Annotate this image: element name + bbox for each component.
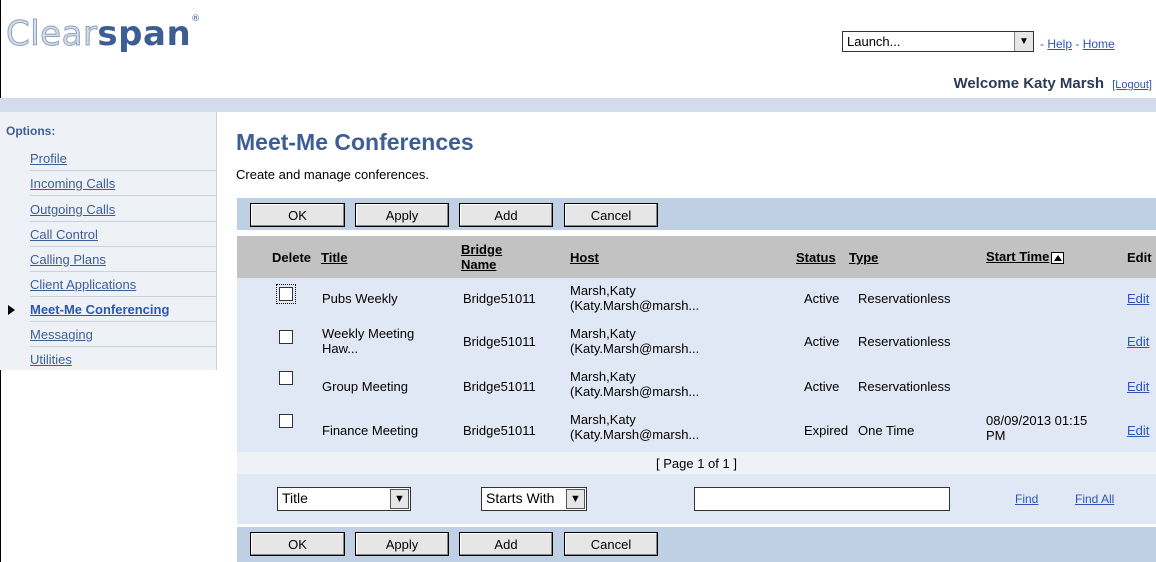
- sidebar-item-client-applications[interactable]: Client Applications: [30, 272, 216, 297]
- logout-link[interactable]: [Logout]: [1112, 79, 1152, 91]
- sidebar-title: Options:: [6, 124, 56, 138]
- row-bridge: Bridge51011: [463, 291, 536, 306]
- column-delete: Delete: [272, 250, 312, 265]
- column-status[interactable]: Status: [796, 250, 836, 265]
- cancel-button[interactable]: Cancel: [564, 532, 658, 556]
- sidebar: Options: Profile Incoming Calls Outgoing…: [0, 112, 217, 370]
- find-all-link[interactable]: Find All: [1075, 492, 1114, 506]
- row-bridge: Bridge51011: [463, 379, 536, 394]
- row-host: Marsh,Katy (Katy.Marsh@marsh...: [570, 412, 700, 442]
- row-type: Reservationless: [858, 291, 951, 306]
- ok-button[interactable]: OK: [250, 532, 345, 556]
- search-mode-select[interactable]: Starts With ▼: [481, 487, 587, 511]
- table-header: Delete Title Bridge Name Host Status Typ…: [237, 236, 1156, 278]
- search-bar: Title ▼ Starts With ▼ Find Find All: [237, 482, 1156, 524]
- help-link[interactable]: Help: [1047, 37, 1072, 51]
- chevron-down-icon[interactable]: ▼: [1014, 32, 1033, 51]
- sidebar-item-outgoing-calls[interactable]: Outgoing Calls: [30, 197, 216, 222]
- row-bridge: Bridge51011: [463, 334, 536, 349]
- chevron-down-icon[interactable]: ▼: [566, 489, 585, 509]
- row-title: Finance Meeting: [322, 423, 419, 438]
- welcome-message: Welcome Katy Marsh [Logout]: [953, 75, 1152, 92]
- delete-checkbox[interactable]: [276, 284, 296, 304]
- edit-link[interactable]: Edit: [1127, 379, 1149, 394]
- cancel-button[interactable]: Cancel: [564, 203, 658, 227]
- sidebar-item-meet-me-conferencing[interactable]: Meet-Me Conferencing: [30, 297, 216, 322]
- home-link[interactable]: Home: [1083, 37, 1115, 51]
- edit-link[interactable]: Edit: [1127, 291, 1149, 306]
- conferences-table: Delete Title Bridge Name Host Status Typ…: [237, 236, 1156, 482]
- delete-checkbox[interactable]: [279, 414, 293, 428]
- row-start-time: 08/09/2013 01:15 PM: [986, 413, 1088, 443]
- row-status: Active: [804, 291, 840, 306]
- sidebar-item-messaging[interactable]: Messaging: [30, 322, 216, 347]
- table-row: Group Meeting Bridge51011 Marsh,Katy (Kat…: [237, 366, 1156, 404]
- row-status: Active: [804, 334, 840, 349]
- row-host: Marsh,Katy (Katy.Marsh@marsh...: [570, 283, 700, 313]
- table-row: Finance Meeting Bridge51011 Marsh,Katy (K…: [237, 409, 1156, 447]
- search-field-select[interactable]: Title ▼: [277, 487, 411, 511]
- add-button[interactable]: Add: [459, 532, 553, 556]
- table-row: Weekly Meeting Haw... Bridge51011 Marsh,K…: [237, 323, 1156, 361]
- page-title: Meet-Me Conferences: [236, 129, 474, 155]
- sidebar-item-call-control[interactable]: Call Control: [30, 222, 216, 247]
- edit-link[interactable]: Edit: [1127, 334, 1149, 349]
- add-button[interactable]: Add: [459, 203, 553, 227]
- sidebar-item-utilities[interactable]: Utilities: [30, 347, 216, 372]
- search-input[interactable]: [694, 487, 950, 511]
- column-type[interactable]: Type: [849, 250, 878, 265]
- launch-select[interactable]: Launch... ▼: [842, 31, 1034, 52]
- apply-button[interactable]: Apply: [355, 203, 449, 227]
- top-button-bar: OK Apply Add Cancel: [237, 198, 1156, 230]
- column-bridge-name[interactable]: Bridge Name: [461, 242, 502, 272]
- row-type: Reservationless: [858, 379, 951, 394]
- column-host[interactable]: Host: [570, 250, 599, 265]
- row-title: Group Meeting: [322, 379, 408, 394]
- row-status: Expired: [804, 423, 849, 438]
- current-item-arrow-icon: [8, 305, 15, 315]
- row-title: Pubs Weekly: [322, 291, 398, 306]
- find-link[interactable]: Find: [1015, 492, 1038, 506]
- header: Clearspan® Launch... ▼ - Help - Home Wel…: [0, 0, 1156, 98]
- row-host: Marsh,Katy (Katy.Marsh@marsh...: [570, 326, 700, 356]
- delete-checkbox[interactable]: [279, 330, 293, 344]
- row-status: Active: [804, 379, 840, 394]
- sidebar-item-profile[interactable]: Profile: [30, 146, 216, 171]
- clearspan-logo: Clearspan®: [5, 14, 201, 55]
- edit-link[interactable]: Edit: [1127, 423, 1149, 438]
- row-bridge: Bridge51011: [463, 423, 536, 438]
- page-description: Create and manage conferences.: [236, 167, 429, 182]
- header-divider-bar: [0, 98, 1156, 112]
- column-title[interactable]: Title: [321, 250, 348, 265]
- ok-button[interactable]: OK: [250, 203, 345, 227]
- sort-ascending-icon[interactable]: [1051, 251, 1065, 264]
- pagination: [ Page 1 of 1 ]: [237, 452, 1156, 474]
- row-type: One Time: [858, 423, 915, 438]
- table-row: Pubs Weekly Bridge51011 Marsh,Katy (Katy.…: [237, 280, 1156, 318]
- apply-button[interactable]: Apply: [355, 532, 449, 556]
- row-host: Marsh,Katy (Katy.Marsh@marsh...: [570, 369, 700, 399]
- delete-checkbox[interactable]: [279, 371, 293, 385]
- row-type: Reservationless: [858, 334, 951, 349]
- launch-select-value: Launch...: [847, 34, 901, 49]
- chevron-down-icon[interactable]: ▼: [390, 489, 409, 509]
- sidebar-item-incoming-calls[interactable]: Incoming Calls: [30, 171, 216, 196]
- row-title: Weekly Meeting Haw...: [322, 326, 415, 356]
- column-edit: Edit: [1127, 250, 1152, 265]
- column-start-time[interactable]: Start Time: [986, 249, 1065, 264]
- top-links: - Help - Home: [1040, 37, 1115, 51]
- sidebar-item-calling-plans[interactable]: Calling Plans: [30, 247, 216, 272]
- bottom-button-bar: OK Apply Add Cancel: [237, 527, 1156, 562]
